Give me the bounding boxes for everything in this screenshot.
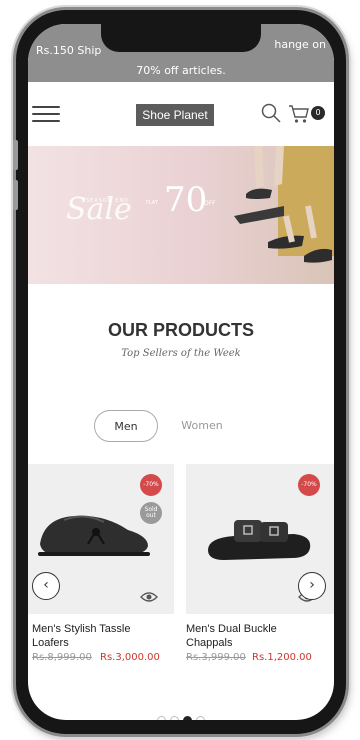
notch [101,24,261,52]
site-header: Shoe Planet 0 [28,82,334,144]
banner-season-text: SEASON END [86,198,129,204]
search-icon[interactable] [260,102,282,124]
carousel-pagination [28,710,334,720]
cart-icon[interactable] [288,104,310,124]
loafer-image [38,515,150,556]
menu-icon[interactable] [32,106,60,124]
announcement-right-text: hange on [274,38,326,51]
quick-view-icon[interactable] [140,588,158,606]
product-name[interactable]: Men's Stylish Tassle Loafers [32,622,131,650]
pagination-dot[interactable] [157,716,166,720]
sale-banner[interactable]: Sale SEASON END FLAT 70 OFF [28,146,334,284]
pagination-dot[interactable] [170,716,179,720]
screen: Rs.150 Ship hange on 70% off articles. S… [28,24,334,720]
original-price: Rs.8,999.00 [32,652,92,663]
sale-price: Rs.1,200.00 [252,652,312,663]
discount-badge: -70% [140,474,162,496]
original-price: Rs.3,999.00 [186,652,246,663]
product-name[interactable]: Men's Dual Buckle Chappals [186,622,277,650]
banner-percent-text: 70 [164,180,208,220]
volume-up-button [13,140,18,170]
tab-women[interactable]: Women [170,410,234,442]
pagination-dot[interactable] [183,716,192,720]
section-title: OUR PRODUCTS [107,320,254,340]
announcement-left-text: Rs.150 Ship [36,44,102,57]
carousel-next-button[interactable]: › [298,572,326,600]
announcement-bottom-text: 70% off articles. [136,64,226,77]
phone-frame: Rs.150 Ship hange on 70% off articles. S… [13,10,346,734]
store-logo[interactable]: Shoe Planet [136,104,214,126]
cart-count-badge: 0 [311,106,325,120]
sale-price: Rs.3,000.00 [100,652,160,663]
discount-badge: -70% [298,474,320,496]
banner-off-text: OFF [204,200,216,207]
heels-image [234,146,334,263]
banner-flat-text: FLAT [146,200,158,206]
chevron-right-icon: › [309,577,315,593]
tab-men[interactable]: Men [94,410,158,442]
chevron-left-icon: ‹ [43,577,49,593]
carousel-prev-button[interactable]: ‹ [32,572,60,600]
section-subtitle: Top Sellers of the Week [121,348,241,359]
pagination-dot[interactable] [196,716,205,720]
volume-down-button [13,180,18,210]
chappal-image [208,520,311,560]
